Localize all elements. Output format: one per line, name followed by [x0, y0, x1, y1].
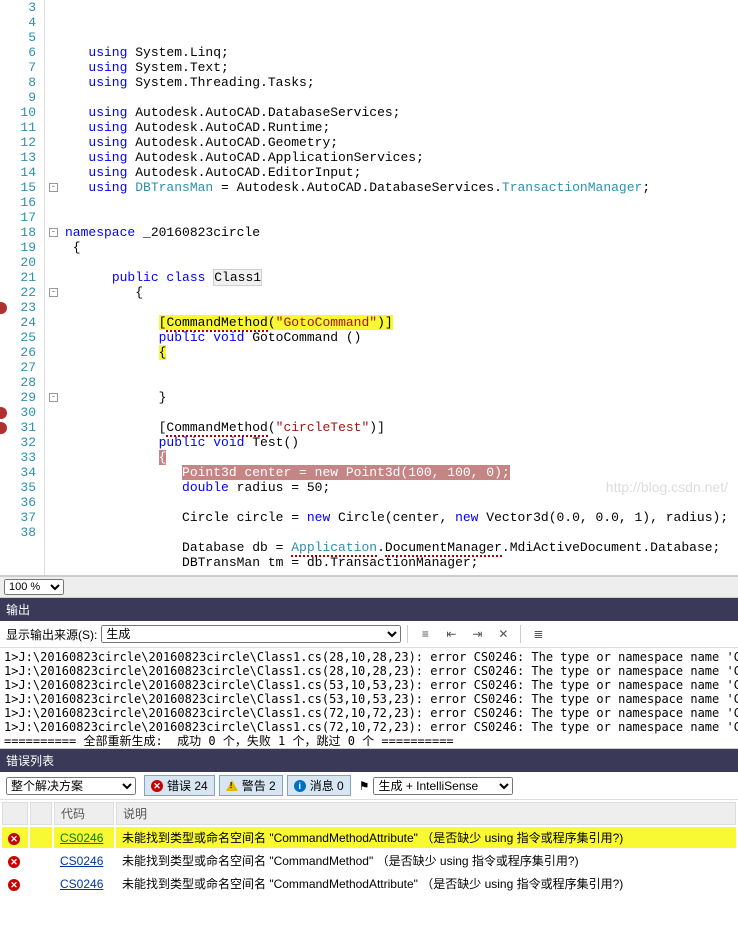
- error-table: 代码 说明 ✕CS0246未能找到类型或命名空间名 "CommandMethod…: [0, 800, 738, 896]
- prev-icon[interactable]: ≡: [414, 624, 436, 644]
- output-source-label: 显示输出来源(S):: [6, 626, 97, 643]
- scope-select[interactable]: 整个解决方案: [6, 777, 136, 795]
- output-content[interactable]: 1>J:\20160823circle\20160823circle\Class…: [0, 648, 738, 748]
- col-desc[interactable]: 说明: [116, 802, 736, 825]
- output-source-select[interactable]: 生成: [101, 625, 401, 643]
- watermark: http://blog.csdn.net/: [606, 480, 728, 495]
- separator: [520, 625, 521, 643]
- output-title: 输出: [0, 598, 738, 621]
- errorlist-panel: 错误列表 整个解决方案 ✕错误 24 警告 2 i消息 0 ⚑ 生成 + Int…: [0, 749, 738, 896]
- col-icon[interactable]: [2, 802, 28, 825]
- fold-toggle[interactable]: -: [49, 393, 58, 402]
- col-blank[interactable]: [30, 802, 52, 825]
- zoom-bar: 100 %: [0, 576, 738, 598]
- col-code[interactable]: 代码: [54, 802, 114, 825]
- errors-toggle[interactable]: ✕错误 24: [144, 775, 215, 796]
- goto-next-icon[interactable]: ⇥: [466, 624, 488, 644]
- filter-icon[interactable]: ⚑: [359, 779, 370, 793]
- error-icon: ✕: [151, 780, 163, 792]
- wrap-icon[interactable]: ≣: [527, 624, 549, 644]
- goto-prev-icon[interactable]: ⇤: [440, 624, 462, 644]
- line-gutter: 3456789101112131415161718192021222324252…: [0, 0, 45, 575]
- info-icon: i: [294, 780, 306, 792]
- errorlist-title: 错误列表: [0, 749, 738, 772]
- output-panel: 输出 显示输出来源(S): 生成 ≡ ⇤ ⇥ ✕ ≣ 1>J:\20160823…: [0, 598, 738, 749]
- zoom-select[interactable]: 100 %: [4, 579, 64, 595]
- mode-select[interactable]: 生成 + IntelliSense: [373, 777, 513, 795]
- error-row[interactable]: ✕CS0246未能找到类型或命名空间名 "CommandMethod" （是否缺…: [2, 850, 736, 871]
- clear-icon[interactable]: ✕: [492, 624, 514, 644]
- fold-toggle[interactable]: -: [49, 183, 58, 192]
- fold-toggle[interactable]: -: [49, 228, 58, 237]
- code-editor[interactable]: 3456789101112131415161718192021222324252…: [0, 0, 738, 576]
- fold-toggle[interactable]: -: [49, 288, 58, 297]
- warning-icon: [226, 780, 238, 791]
- warnings-toggle[interactable]: 警告 2: [219, 775, 283, 796]
- errorlist-toolbar: 整个解决方案 ✕错误 24 警告 2 i消息 0 ⚑ 生成 + IntelliS…: [0, 772, 738, 800]
- output-toolbar: 显示输出来源(S): 生成 ≡ ⇤ ⇥ ✕ ≣: [0, 621, 738, 648]
- code-content[interactable]: http://blog.csdn.net/ using System.Linq;…: [65, 0, 738, 575]
- fold-margin[interactable]: - - - -: [45, 0, 65, 575]
- separator: [407, 625, 408, 643]
- error-row[interactable]: ✕CS0246未能找到类型或命名空间名 "CommandMethodAttrib…: [2, 827, 736, 848]
- messages-toggle[interactable]: i消息 0: [287, 775, 351, 796]
- error-row[interactable]: ✕CS0246未能找到类型或命名空间名 "CommandMethodAttrib…: [2, 873, 736, 894]
